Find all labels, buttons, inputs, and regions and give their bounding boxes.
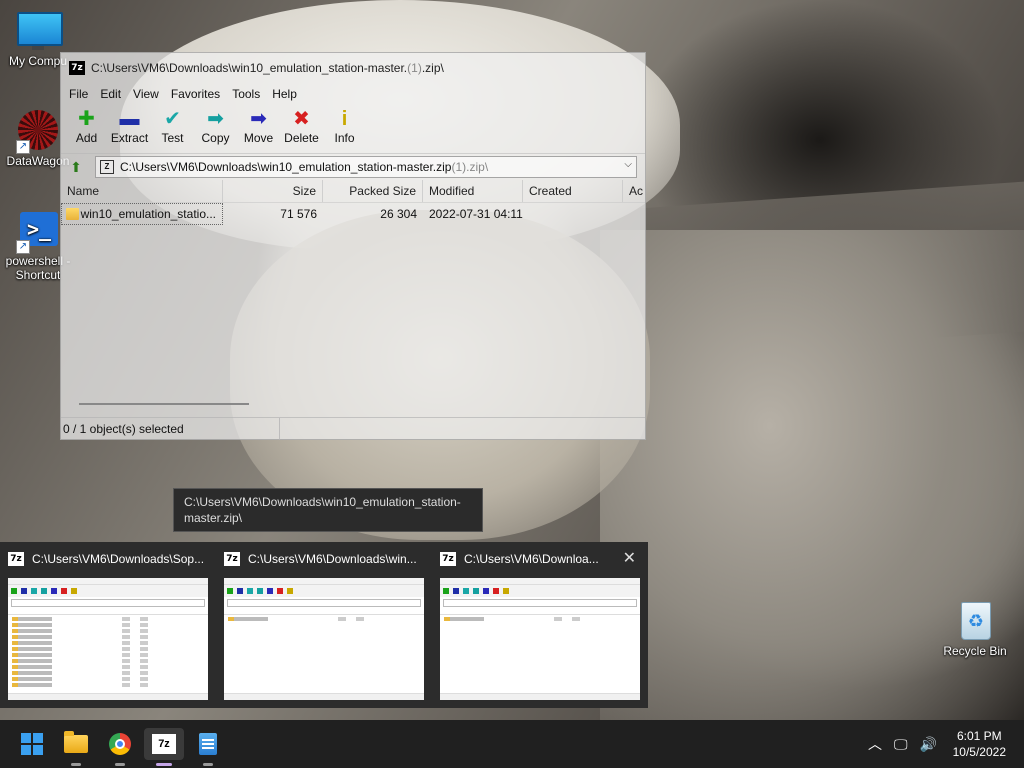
- status-text: 0 / 1 object(s) selected: [63, 418, 280, 440]
- window-title: C:\Users\VM6\Downloads\win10_emulation_s…: [91, 61, 444, 75]
- menubar: File Edit View Favorites Tools Help: [61, 83, 645, 105]
- sevenzip-app-icon: 7z: [8, 552, 24, 566]
- system-tray: ︿ 🖵 🔊: [862, 720, 943, 768]
- sevenzip-app-icon: 7z: [224, 552, 240, 566]
- tooltip: C:\Users\VM6\Downloads\win10_emulation_s…: [173, 488, 483, 532]
- taskbar-7zip[interactable]: 7z: [144, 728, 184, 766]
- row-packed: 26 304: [380, 207, 417, 221]
- toolbar-label: Extract: [110, 131, 149, 145]
- thumbnail-preview: [224, 578, 424, 700]
- menu-edit[interactable]: Edit: [94, 83, 127, 105]
- window-titlebar[interactable]: 7z C:\Users\VM6\Downloads\win10_emulatio…: [61, 53, 645, 83]
- row-created: [523, 203, 623, 225]
- desktop-icon-label: Recycle Bin: [943, 644, 1007, 658]
- menu-file[interactable]: File: [63, 83, 94, 105]
- windows-logo-icon: [21, 733, 43, 755]
- copy-button[interactable]: ➡ Copy: [194, 105, 237, 153]
- delete-button[interactable]: ✖ Delete: [280, 105, 323, 153]
- status-bar: 0 / 1 object(s) selected: [61, 417, 645, 440]
- info-icon: i: [341, 108, 348, 130]
- toolbar-label: Test: [161, 131, 184, 145]
- taskbar-file-explorer[interactable]: [56, 728, 96, 766]
- sevenzip-window[interactable]: 7z C:\Users\VM6\Downloads\win10_emulatio…: [60, 52, 646, 440]
- row-size: 71 576: [280, 207, 317, 221]
- check-icon: ✔: [164, 108, 181, 130]
- taskbar-chrome[interactable]: [100, 728, 140, 766]
- notepad-icon: [199, 733, 217, 755]
- column-size[interactable]: Size: [223, 180, 323, 202]
- column-packed-size[interactable]: Packed Size: [323, 180, 423, 202]
- thumbnail-title: C:\Users\VM6\Downloads\win...: [248, 552, 417, 566]
- toolbar-label: Delete: [284, 131, 319, 145]
- start-button[interactable]: [12, 728, 52, 760]
- chevron-up-icon[interactable]: ︿: [868, 734, 882, 754]
- menu-favorites[interactable]: Favorites: [165, 83, 226, 105]
- up-folder-icon[interactable]: ⬆: [65, 157, 87, 177]
- monitor-icon: [17, 12, 63, 46]
- test-button[interactable]: ✔ Test: [151, 105, 194, 153]
- extract-button[interactable]: ▬ Extract: [108, 105, 151, 153]
- thumbnail-window-2[interactable]: 7z C:\Users\VM6\Downloads\win...: [216, 542, 432, 708]
- plus-icon: ✚: [78, 108, 95, 130]
- arrow-right-icon: ➡: [250, 108, 267, 130]
- thumbnail-preview: [8, 578, 208, 700]
- move-button[interactable]: ➡ Move: [237, 105, 280, 153]
- toolbar-label: Info: [334, 131, 355, 145]
- thumbnail-window-1[interactable]: 7z C:\Users\VM6\Downloads\Sop...: [0, 542, 216, 708]
- column-accessed[interactable]: Ac: [623, 180, 645, 202]
- column-name[interactable]: Name: [61, 180, 223, 202]
- info-button[interactable]: i Info: [323, 105, 366, 153]
- clock-date: 10/5/2022: [952, 745, 1006, 759]
- toolbar: ✚ Add ▬ Extract ✔ Test ➡ Copy ➡ Move ✖ Delete i Info: [61, 105, 645, 154]
- taskbar-thumbnails: 7z C:\Users\VM6\Downloads\Sop... 7z C:\Use…: [0, 542, 648, 708]
- sevenzip-app-icon: 7z: [440, 552, 456, 566]
- row-modified: 2022-07-31 04:11: [429, 207, 523, 221]
- thumbnail-title: C:\Users\VM6\Downloads\Sop...: [32, 552, 205, 566]
- thumbnail-preview: [440, 578, 640, 700]
- shortcut-arrow-icon: ↗: [16, 140, 30, 154]
- minus-icon: ▬: [119, 108, 140, 130]
- clock[interactable]: 6:01 PM 10/5/2022: [953, 728, 1006, 760]
- chevron-down-icon[interactable]: ⌵: [624, 159, 632, 170]
- address-path: C:\Users\VM6\Downloads\win10_emulation_s…: [120, 160, 452, 174]
- zip-icon: Z: [100, 160, 114, 174]
- volume-icon[interactable]: 🔊: [920, 736, 937, 753]
- sevenzip-icon: 7z: [152, 734, 176, 754]
- chrome-icon: [109, 733, 131, 755]
- toolbar-label: Add: [75, 131, 98, 145]
- taskbar-notepad[interactable]: [188, 728, 228, 766]
- toolbar-label: Copy: [201, 131, 230, 145]
- x-icon: ✖: [293, 108, 310, 130]
- column-headers: Name Size Packed Size Modified Created A…: [61, 180, 645, 203]
- folder-icon: [66, 208, 79, 220]
- network-icon[interactable]: 🖵: [894, 736, 908, 753]
- toolbar-label: Move: [243, 131, 274, 145]
- menu-tools[interactable]: Tools: [226, 83, 266, 105]
- thumbnail-title: C:\Users\VM6\Downloa...: [464, 552, 599, 566]
- menu-help[interactable]: Help: [266, 83, 303, 105]
- close-icon[interactable]: ✕: [623, 542, 636, 576]
- clock-time: 6:01 PM: [956, 729, 1002, 743]
- address-dim: (1).zip\: [451, 160, 489, 174]
- address-bar: ⬆ Z C:\Users\VM6\Downloads\win10_emulati…: [61, 154, 645, 180]
- add-button[interactable]: ✚ Add: [65, 105, 108, 153]
- row-name: win10_emulation_statio...: [80, 207, 216, 221]
- column-modified[interactable]: Modified: [423, 180, 523, 202]
- sevenzip-app-icon: 7z: [69, 61, 85, 75]
- column-created[interactable]: Created: [523, 180, 623, 202]
- table-row[interactable]: win10_emulation_statio... 71 576 26 304 …: [61, 203, 645, 225]
- desktop-icon-recycle-bin[interactable]: ♻ Recycle Bin: [937, 598, 1013, 658]
- shortcut-arrow-icon: ↗: [16, 240, 30, 254]
- recycle-bin-icon: ♻: [961, 602, 991, 640]
- menu-view[interactable]: View: [127, 83, 165, 105]
- arrow-right-icon: ➡: [207, 108, 224, 130]
- address-field[interactable]: Z C:\Users\VM6\Downloads\win10_emulation…: [95, 156, 637, 178]
- thumbnail-window-3[interactable]: 7z C:\Users\VM6\Downloa... ✕: [432, 542, 648, 708]
- horizontal-scrollbar[interactable]: [79, 403, 249, 405]
- taskbar: 7z ︿ 🖵 🔊 6:01 PM 10/5/2022: [0, 720, 1024, 768]
- folder-icon: [64, 731, 88, 753]
